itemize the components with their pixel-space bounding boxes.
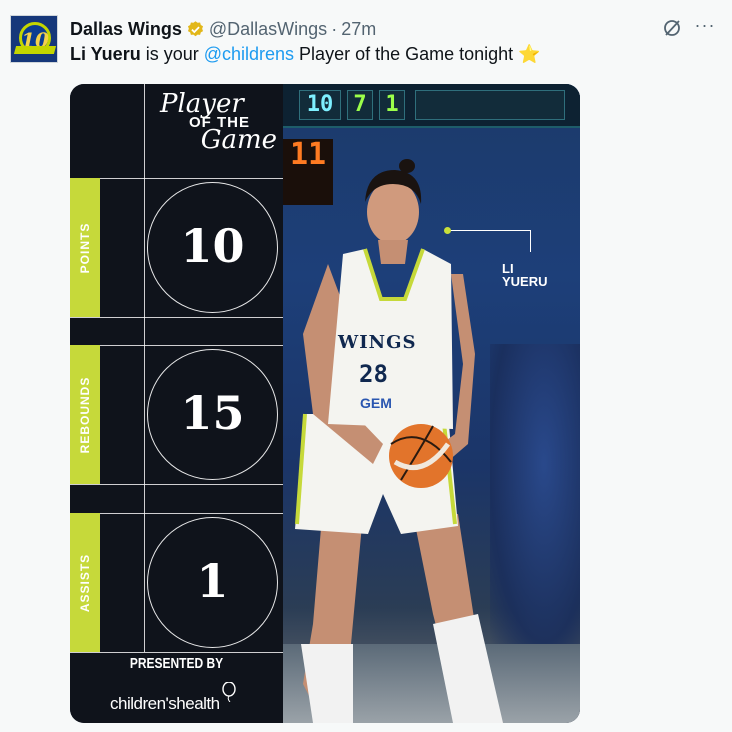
player-label: LI YUERU [502, 262, 548, 288]
more-options-icon[interactable]: ··· [694, 16, 716, 38]
player-pointer-line [447, 230, 531, 252]
assists-value: 1 [196, 554, 229, 608]
title-line-3: Game [200, 125, 277, 155]
tweet[interactable]: 10 Dallas Wings @DallasWings · 27m ··· L… [0, 0, 732, 732]
tweet-header: Dallas Wings @DallasWings · 27m [70, 17, 376, 41]
panel-divider [70, 484, 283, 485]
tweet-media[interactable]: 10 7 1 11 WINGS 28 GEM LI YUERU Player O… [70, 84, 580, 723]
text-middle: is your [140, 44, 204, 64]
panel-divider [70, 178, 283, 179]
player-figure [295, 159, 503, 723]
points-label: POINTS [78, 222, 92, 273]
rebounds-tab: REBOUNDS [70, 345, 100, 484]
logo-band [13, 46, 57, 54]
jersey-team-text: WINGS [338, 332, 417, 353]
stats-panel: Player OF THE Game POINTS REBOUNDS ASSIS… [70, 84, 283, 723]
grok-icon[interactable] [662, 18, 682, 38]
panel-divider [70, 345, 283, 346]
assists-tab: ASSISTS [70, 513, 100, 652]
rebounds-label: REBOUNDS [78, 376, 92, 453]
text-end: Player of the Game tonight [294, 44, 519, 64]
points-tab: POINTS [70, 178, 100, 317]
author-name[interactable]: Dallas Wings [70, 19, 182, 40]
author-handle[interactable]: @DallasWings [209, 19, 327, 40]
panel-divider [70, 513, 283, 514]
jersey-sponsor-text: GEM [360, 395, 392, 411]
timestamp[interactable]: 27m [341, 19, 376, 40]
avatar[interactable]: 10 [10, 15, 58, 63]
panel-divider [70, 317, 283, 318]
points-value: 10 [180, 219, 245, 273]
panel-divider-vertical [144, 84, 145, 652]
balloon-icon [222, 682, 236, 702]
player-label-last: YUERU [502, 274, 548, 289]
presented-by-text: PRESENTED BY [129, 654, 224, 672]
sponsor-logo-text: children'shealth [110, 694, 220, 713]
separator-dot: · [331, 18, 338, 39]
star-emoji: ⭐ [518, 44, 541, 64]
verified-badge-icon [187, 20, 203, 36]
rebounds-value: 15 [180, 386, 245, 440]
player-name-text: Li Yueru [70, 44, 141, 64]
panel-divider [70, 652, 283, 653]
player-of-the-game-title: Player OF THE Game [156, 90, 283, 153]
tweet-text: Li Yueru is your @childrens Player of th… [70, 44, 541, 65]
assists-label: ASSISTS [78, 553, 92, 612]
mention-link[interactable]: @childrens [204, 44, 294, 64]
player-pointer-dot [444, 227, 451, 234]
jersey-number-text: 28 [359, 360, 388, 388]
